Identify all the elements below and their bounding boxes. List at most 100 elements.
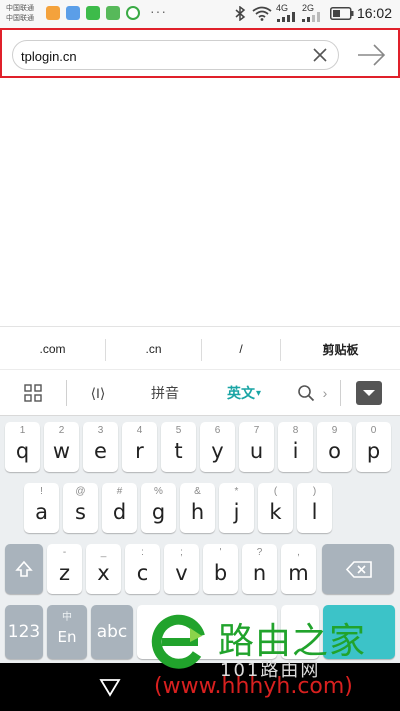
key-label: r — [135, 439, 144, 463]
keyboard-toolbar: ⟨I⟩ 拼音 英文 ▾ › — [0, 370, 400, 416]
clear-icon[interactable] — [310, 45, 330, 65]
bluetooth-icon — [235, 6, 246, 21]
key-label: z — [58, 561, 71, 585]
key-hint: ; — [180, 547, 183, 558]
key-h[interactable]: & h — [180, 483, 215, 533]
wechat-notification-icon — [86, 6, 100, 20]
key-e[interactable]: 3e — [83, 422, 118, 472]
key-hint: 0 — [370, 425, 377, 436]
language-switch-key[interactable]: 中 En — [47, 605, 87, 659]
divider — [66, 380, 67, 406]
key-label: i — [292, 439, 299, 463]
key-c[interactable]: :c — [125, 544, 160, 594]
router-home-logo — [151, 614, 206, 669]
url-field[interactable] — [12, 40, 339, 70]
chevron-down-icon: ▾ — [255, 387, 262, 399]
key-r[interactable]: 4r — [122, 422, 157, 472]
more-notifications-icon: ··· — [150, 3, 167, 19]
key-u[interactable]: 7u — [239, 422, 274, 472]
key-label: c — [136, 561, 149, 585]
hide-keyboard-icon[interactable] — [356, 381, 382, 405]
key-label: v — [175, 561, 188, 585]
pinyin-mode-button[interactable]: 拼音 — [140, 370, 190, 416]
key-label: q — [15, 439, 30, 463]
key-o[interactable]: 9o — [317, 422, 352, 472]
suggestion-slash[interactable]: / — [202, 327, 280, 371]
key-m[interactable]: ,m — [281, 544, 316, 594]
key-t[interactable]: 5t — [161, 422, 196, 472]
key-p[interactable]: 0p — [356, 422, 391, 472]
clipboard-button[interactable]: 剪贴板 — [281, 327, 400, 371]
signal-icon — [277, 12, 295, 22]
suggestion-bar: .com .cn / 剪贴板 — [0, 326, 400, 370]
shift-key[interactable] — [5, 544, 43, 594]
backspace-key[interactable] — [322, 544, 394, 594]
key-label: m — [288, 561, 309, 585]
key-a[interactable]: ! a — [24, 483, 59, 533]
key-hint: , — [297, 547, 300, 558]
key-label: e — [94, 439, 107, 463]
carrier-label: 中国联通 — [6, 14, 34, 22]
key-hint: 6 — [214, 425, 221, 436]
numbers-key[interactable]: 123 — [5, 605, 43, 659]
key-hint: ! — [40, 486, 43, 497]
battery-icon — [330, 7, 354, 20]
go-arrow-icon[interactable] — [354, 40, 388, 70]
wifi-icon — [252, 6, 272, 21]
key-j[interactable]: * j — [219, 483, 254, 533]
key-hint: : — [141, 547, 144, 558]
key-label: l — [311, 500, 318, 524]
mail-notification-icon — [46, 6, 60, 20]
key-label: w — [52, 439, 71, 463]
key-v[interactable]: ; v — [164, 544, 199, 594]
key-q[interactable]: 1q — [5, 422, 40, 472]
key-label: En — [57, 628, 77, 646]
shift-arrow-icon — [15, 560, 33, 577]
key-hint: ( — [273, 486, 278, 497]
divider — [340, 380, 341, 406]
key-b[interactable]: ' b — [203, 544, 238, 594]
key-label: n — [252, 561, 267, 585]
key-s[interactable]: @ s — [63, 483, 98, 533]
security-notification-icon — [126, 6, 140, 20]
key-k[interactable]: (k — [258, 483, 293, 533]
grid-menu-icon[interactable] — [24, 384, 42, 402]
back-triangle-icon[interactable] — [98, 675, 122, 699]
suggestion-com[interactable]: .com — [0, 327, 105, 371]
web-page-content — [0, 80, 400, 326]
key-x[interactable]: _ x — [86, 544, 121, 594]
key-hint: % — [154, 486, 163, 497]
cursor-tool-button[interactable]: ⟨I⟩ — [78, 370, 118, 416]
key-hint: # — [116, 486, 123, 497]
abc-key[interactable]: abc — [91, 605, 133, 659]
key-i[interactable]: 8i — [278, 422, 313, 472]
key-hint: ? — [256, 547, 263, 558]
key-hint: 8 — [292, 425, 299, 436]
clock: 16:02 — [356, 5, 392, 21]
key-label: a — [35, 500, 48, 524]
key-hint: 5 — [175, 425, 182, 436]
key-label: k — [269, 500, 282, 524]
key-label: d — [112, 500, 127, 524]
key-label: u — [249, 439, 264, 463]
key-label: b — [213, 561, 228, 585]
key-l[interactable]: ) l — [297, 483, 332, 533]
key-hint: ' — [219, 547, 222, 558]
chevron-right-icon[interactable]: › — [318, 370, 332, 416]
english-mode-button[interactable]: 英文 ▾ — [216, 370, 272, 416]
key-hint: & — [194, 486, 201, 497]
key-d[interactable]: # d — [102, 483, 137, 533]
key-hint: * — [234, 486, 239, 497]
url-input[interactable] — [21, 46, 301, 66]
signal-icon — [302, 12, 320, 22]
key-n[interactable]: ? n — [242, 544, 277, 594]
search-icon[interactable] — [297, 384, 315, 402]
key-z[interactable]: -z — [47, 544, 82, 594]
english-mode-label: 英文 — [226, 386, 255, 402]
carrier-label: 中国联通 — [6, 4, 34, 12]
key-label: j — [233, 500, 240, 524]
key-g[interactable]: % g — [141, 483, 176, 533]
suggestion-cn[interactable]: .cn — [106, 327, 201, 371]
key-y[interactable]: 6y — [200, 422, 235, 472]
key-w[interactable]: 2w — [44, 422, 79, 472]
